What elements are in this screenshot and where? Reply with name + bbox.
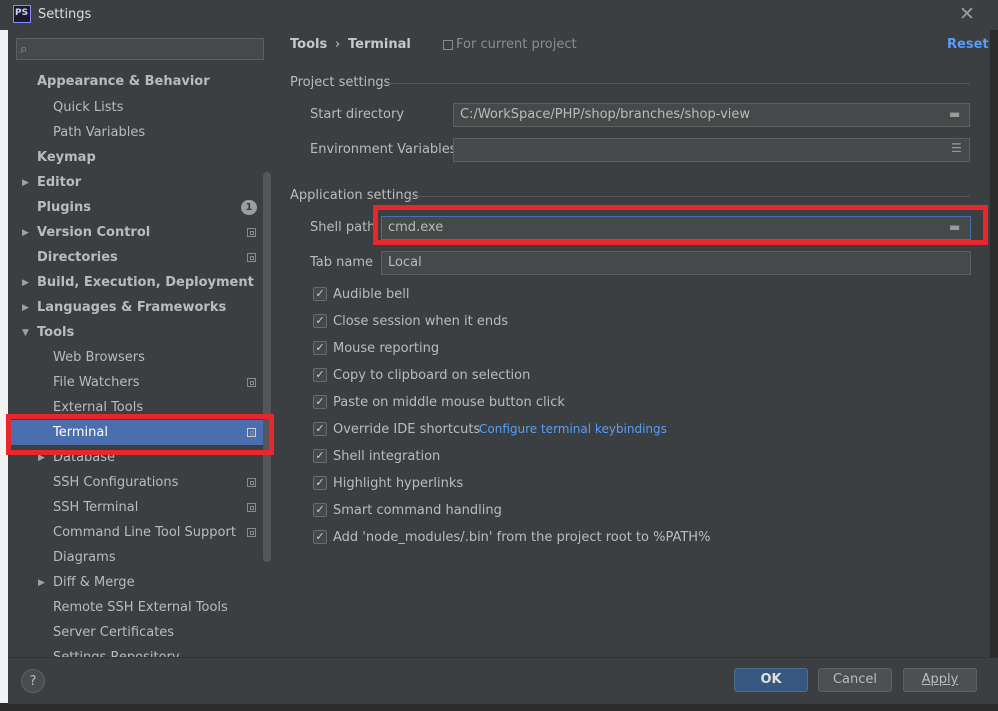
title-bar <box>0 0 998 30</box>
background-app-strip-bottom <box>0 703 998 711</box>
smart-command-checkbox[interactable]: ✓ <box>313 503 327 517</box>
sidebar-item-path-variables[interactable]: Path Variables <box>53 120 145 145</box>
expand-arrow-icon[interactable]: ▶ <box>22 178 29 188</box>
search-input[interactable] <box>16 38 264 60</box>
sidebar-item-quick-lists[interactable]: Quick Lists <box>53 95 123 120</box>
shell-path-label: Shell path <box>310 220 376 235</box>
configure-keybindings-link[interactable]: Configure terminal keybindings <box>479 422 667 436</box>
sidebar-item-languages[interactable]: Languages & Frameworks <box>37 295 226 320</box>
sidebar-item-diagrams[interactable]: Diagrams <box>53 545 116 570</box>
sidebar-item-plugins[interactable]: Plugins <box>37 195 91 220</box>
close-icon[interactable]: ✕ <box>958 4 976 24</box>
node-modules-path-checkbox[interactable]: ✓ <box>313 530 327 544</box>
close-session-checkbox[interactable]: ✓ <box>313 314 327 328</box>
breadcrumb-separator: › <box>335 37 341 52</box>
audible-bell-label: Audible bell <box>333 287 410 302</box>
app-logo-icon: PS <box>13 5 31 23</box>
sidebar-item-ssh-configurations[interactable]: SSH Configurations <box>53 470 178 495</box>
breadcrumb-terminal: Terminal <box>348 37 411 52</box>
scope-label: For current project <box>456 37 577 52</box>
expand-arrow-icon[interactable]: ▶ <box>22 278 29 288</box>
mouse-reporting-label: Mouse reporting <box>333 341 440 356</box>
highlight-box-shell-path <box>373 205 988 245</box>
sidebar-item-command-line-tools[interactable]: Command Line Tool Support <box>53 520 236 545</box>
sidebar-item-diff-merge[interactable]: Diff & Merge <box>53 570 135 595</box>
project-scope-icon <box>443 40 453 50</box>
sidebar-item-directories[interactable]: Directories <box>37 245 118 270</box>
project-scope-icon <box>247 378 256 387</box>
edit-list-icon[interactable]: ☰ <box>951 141 962 155</box>
search-icon: ⌕ <box>20 42 28 57</box>
sidebar-item-appearance[interactable]: Appearance & Behavior <box>37 69 210 94</box>
breadcrumb-tools: Tools <box>290 37 328 52</box>
environment-variables-label: Environment Variables <box>310 142 457 157</box>
sidebar-item-file-watchers[interactable]: File Watchers <box>53 370 139 395</box>
sidebar-item-version-control[interactable]: Version Control <box>37 220 150 245</box>
sidebar-scrollbar[interactable] <box>263 172 271 562</box>
help-button[interactable]: ? <box>21 669 45 693</box>
copy-clipboard-checkbox[interactable]: ✓ <box>313 368 327 382</box>
audible-bell-checkbox[interactable]: ✓ <box>313 287 327 301</box>
project-scope-icon <box>247 528 256 537</box>
folder-open-icon[interactable]: ▬ <box>949 107 960 121</box>
collapse-arrow-icon[interactable]: ▼ <box>22 328 29 338</box>
start-directory-label: Start directory <box>310 107 405 122</box>
paste-middle-click-checkbox[interactable]: ✓ <box>313 395 327 409</box>
highlight-box-terminal <box>6 414 274 455</box>
start-directory-field[interactable]: C:/WorkSpace/PHP/shop/branches/shop-view <box>453 103 970 127</box>
cancel-button[interactable]: Cancel <box>818 668 892 692</box>
override-shortcuts-label: Override IDE shortcuts <box>333 422 481 437</box>
highlight-hyperlinks-checkbox[interactable]: ✓ <box>313 476 327 490</box>
shell-integration-label: Shell integration <box>333 449 441 464</box>
sidebar-item-remote-ssh[interactable]: Remote SSH External Tools <box>53 595 228 620</box>
environment-variables-field[interactable] <box>453 138 970 162</box>
override-shortcuts-checkbox[interactable]: ✓ <box>313 422 327 436</box>
background-app-strip-right <box>990 30 998 711</box>
expand-arrow-icon[interactable]: ▶ <box>38 578 45 588</box>
mouse-reporting-checkbox[interactable]: ✓ <box>313 341 327 355</box>
close-session-label: Close session when it ends <box>333 314 509 329</box>
sidebar-item-keymap[interactable]: Keymap <box>37 145 96 170</box>
plugins-update-badge: 1 <box>241 200 257 215</box>
application-settings-title: Application settings <box>290 188 419 203</box>
project-scope-icon <box>247 478 256 487</box>
sidebar-item-web-browsers[interactable]: Web Browsers <box>53 345 145 370</box>
tab-name-label: Tab name <box>310 255 374 270</box>
section-divider <box>386 83 970 84</box>
project-scope-icon <box>247 228 256 237</box>
sidebar-item-build[interactable]: Build, Execution, Deployment <box>37 270 254 295</box>
copy-clipboard-label: Copy to clipboard on selection <box>333 368 531 383</box>
tab-name-field[interactable]: Local <box>381 251 971 275</box>
ok-button[interactable]: OK <box>734 668 808 692</box>
section-divider <box>410 196 970 197</box>
project-settings-title: Project settings <box>290 75 391 90</box>
shell-integration-checkbox[interactable]: ✓ <box>313 449 327 463</box>
apply-button[interactable]: Apply <box>903 668 977 692</box>
project-scope-icon <box>247 503 256 512</box>
window-title: Settings <box>38 7 92 22</box>
sidebar-item-tools[interactable]: Tools <box>37 320 74 345</box>
project-scope-icon <box>247 253 256 262</box>
sidebar-item-server-certificates[interactable]: Server Certificates <box>53 620 174 645</box>
smart-command-label: Smart command handling <box>333 503 502 518</box>
expand-arrow-icon[interactable]: ▶ <box>22 228 29 238</box>
sidebar-item-editor[interactable]: Editor <box>37 170 81 195</box>
sidebar-item-settings-repository[interactable]: Settings Repository <box>53 645 180 657</box>
node-modules-path-label: Add 'node_modules/.bin' from the project… <box>333 530 711 545</box>
reset-link[interactable]: Reset <box>947 37 989 52</box>
background-app-strip <box>0 30 8 711</box>
sidebar-item-ssh-terminal[interactable]: SSH Terminal <box>53 495 138 520</box>
expand-arrow-icon[interactable]: ▶ <box>22 303 29 313</box>
paste-middle-click-label: Paste on middle mouse button click <box>333 395 565 410</box>
highlight-hyperlinks-label: Highlight hyperlinks <box>333 476 464 491</box>
